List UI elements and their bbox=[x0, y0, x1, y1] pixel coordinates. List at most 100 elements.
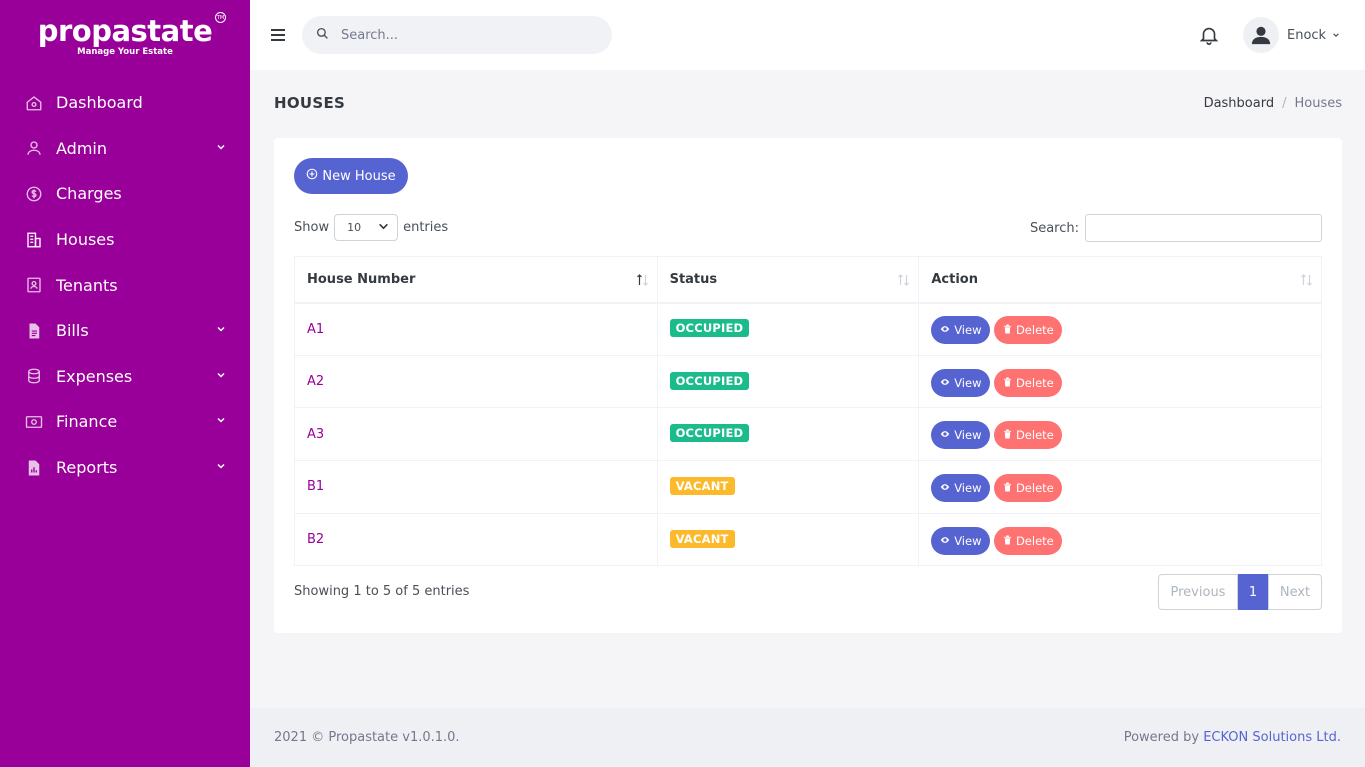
delete-label: Delete bbox=[1015, 480, 1054, 495]
column-house-number[interactable]: House Number bbox=[294, 256, 658, 304]
view-button[interactable]: View bbox=[931, 316, 991, 345]
report-icon bbox=[24, 458, 43, 477]
sidebar-item-label: Houses bbox=[56, 230, 115, 250]
contact-card-icon bbox=[24, 276, 43, 295]
houses-table: House Number Status Action A1 OCCUPIED V… bbox=[294, 256, 1322, 567]
delete-label: Delete bbox=[1015, 323, 1054, 338]
table-header-row: House Number Status Action bbox=[294, 256, 1322, 304]
cell-house-number: A2 bbox=[294, 354, 658, 409]
delete-label: Delete bbox=[1015, 375, 1054, 390]
column-action[interactable]: Action bbox=[918, 256, 1322, 304]
user-dropdown[interactable]: Enock bbox=[1243, 16, 1340, 54]
footer: 2021 © Propastate v1.0.1.0. Powered by E… bbox=[250, 708, 1365, 767]
sidebar-item-houses[interactable]: Houses bbox=[0, 217, 250, 263]
sidebar-item-bills[interactable]: Bills bbox=[0, 308, 250, 354]
pagination-previous[interactable]: Previous bbox=[1158, 574, 1238, 610]
delete-label: Delete bbox=[1015, 533, 1054, 548]
breadcrumb-current: Houses bbox=[1294, 96, 1342, 111]
trademark-mark: TM bbox=[215, 12, 226, 23]
view-button[interactable]: View bbox=[931, 421, 991, 450]
delete-label: Delete bbox=[1015, 428, 1054, 443]
cell-action: View Delete bbox=[918, 512, 1322, 567]
sidebar-item-tenants[interactable]: Tenants bbox=[0, 262, 250, 308]
delete-button[interactable]: Delete bbox=[994, 421, 1063, 450]
house-link[interactable]: A2 bbox=[307, 374, 324, 389]
delete-button[interactable]: Delete bbox=[994, 473, 1063, 502]
new-house-button[interactable]: New House bbox=[294, 158, 408, 194]
delete-button[interactable]: Delete bbox=[994, 368, 1063, 397]
sort-icon bbox=[1300, 273, 1313, 287]
brand-tagline: Manage Your Estate bbox=[77, 46, 173, 57]
cell-status: OCCUPIED bbox=[656, 302, 920, 356]
page-title: HOUSES bbox=[274, 94, 346, 112]
sidebar-item-label: Charges bbox=[56, 184, 122, 204]
eye-icon bbox=[940, 428, 954, 442]
eye-icon bbox=[940, 481, 954, 495]
menu-toggle-icon[interactable] bbox=[268, 25, 288, 45]
breadcrumb-separator: / bbox=[1282, 96, 1287, 111]
cell-status: VACANT bbox=[656, 512, 920, 567]
entries-select[interactable]: 10 bbox=[334, 214, 399, 241]
sidebar-item-admin[interactable]: Admin bbox=[0, 126, 250, 172]
sidebar-item-label: Tenants bbox=[56, 275, 118, 295]
column-label: House Number bbox=[307, 271, 416, 287]
chevron-down-icon bbox=[216, 369, 226, 384]
view-label: View bbox=[954, 375, 982, 390]
house-link[interactable]: B2 bbox=[307, 532, 324, 547]
sidebar-item-reports[interactable]: Reports bbox=[0, 445, 250, 491]
house-link[interactable]: A1 bbox=[307, 322, 324, 337]
breadcrumb-dashboard[interactable]: Dashboard bbox=[1204, 96, 1275, 111]
sidebar-item-dashboard[interactable]: Dashboard bbox=[0, 80, 250, 126]
breadcrumb: Dashboard / Houses bbox=[1204, 96, 1342, 111]
sidebar-item-label: Bills bbox=[56, 321, 89, 341]
top-search bbox=[302, 16, 612, 54]
footer-powered: Powered by ECKON Solutions Ltd. bbox=[1124, 730, 1341, 745]
sidebar-item-label: Admin bbox=[56, 138, 107, 158]
table-row: B2 VACANT View Delete bbox=[294, 512, 1322, 567]
eye-icon bbox=[940, 534, 954, 548]
column-label: Status bbox=[669, 271, 718, 287]
cell-house-number: B1 bbox=[294, 460, 658, 514]
cell-action: View Delete bbox=[918, 407, 1322, 462]
houses-card: New House Show 10 entries Search: House … bbox=[274, 138, 1342, 633]
home-icon bbox=[24, 93, 43, 112]
cell-status: OCCUPIED bbox=[656, 407, 920, 462]
view-label: View bbox=[954, 533, 982, 548]
sidebar: propastate TM Manage Your Estate Dashboa… bbox=[0, 0, 250, 767]
sidebar-item-charges[interactable]: Charges bbox=[0, 171, 250, 217]
pagination: Previous 1 Next bbox=[1158, 574, 1322, 610]
table-search-input[interactable] bbox=[1085, 214, 1322, 242]
pagination-page-1[interactable]: 1 bbox=[1238, 574, 1268, 610]
cell-status: VACANT bbox=[656, 460, 920, 514]
search-input[interactable] bbox=[341, 27, 581, 43]
pagination-next[interactable]: Next bbox=[1268, 574, 1322, 610]
house-link[interactable]: B1 bbox=[307, 479, 324, 494]
length-show-label: Show bbox=[294, 220, 330, 235]
filter-label: Search: bbox=[1029, 220, 1079, 236]
avatar bbox=[1243, 17, 1279, 53]
status-badge: OCCUPIED bbox=[669, 424, 750, 443]
dollar-circle-icon bbox=[24, 184, 43, 203]
house-link[interactable]: A3 bbox=[307, 427, 324, 442]
brand-logo[interactable]: propastate TM Manage Your Estate bbox=[0, 0, 250, 70]
view-button[interactable]: View bbox=[931, 368, 991, 397]
table-filter: Search: bbox=[1030, 214, 1322, 242]
sidebar-item-finance[interactable]: Finance bbox=[0, 399, 250, 445]
sidebar-item-label: Expenses bbox=[56, 366, 133, 386]
sidebar-item-expenses[interactable]: Expenses bbox=[0, 354, 250, 400]
chevron-down-icon bbox=[216, 141, 226, 156]
delete-button[interactable]: Delete bbox=[994, 526, 1063, 555]
table-row: A2 OCCUPIED View Delete bbox=[294, 354, 1322, 409]
sidebar-item-label: Dashboard bbox=[56, 93, 143, 113]
view-button[interactable]: View bbox=[931, 526, 991, 555]
footer-powered-label: Powered by bbox=[1123, 730, 1200, 745]
trash-icon bbox=[1003, 428, 1016, 442]
column-status[interactable]: Status bbox=[656, 256, 920, 304]
delete-button[interactable]: Delete bbox=[994, 316, 1063, 345]
brand-name: propastate bbox=[37, 13, 213, 48]
eye-icon bbox=[940, 376, 954, 390]
cell-house-number: A1 bbox=[294, 302, 658, 356]
view-button[interactable]: View bbox=[931, 473, 991, 502]
footer-company-link[interactable]: ECKON Solutions Ltd. bbox=[1203, 730, 1341, 745]
bell-icon[interactable] bbox=[1198, 24, 1220, 46]
